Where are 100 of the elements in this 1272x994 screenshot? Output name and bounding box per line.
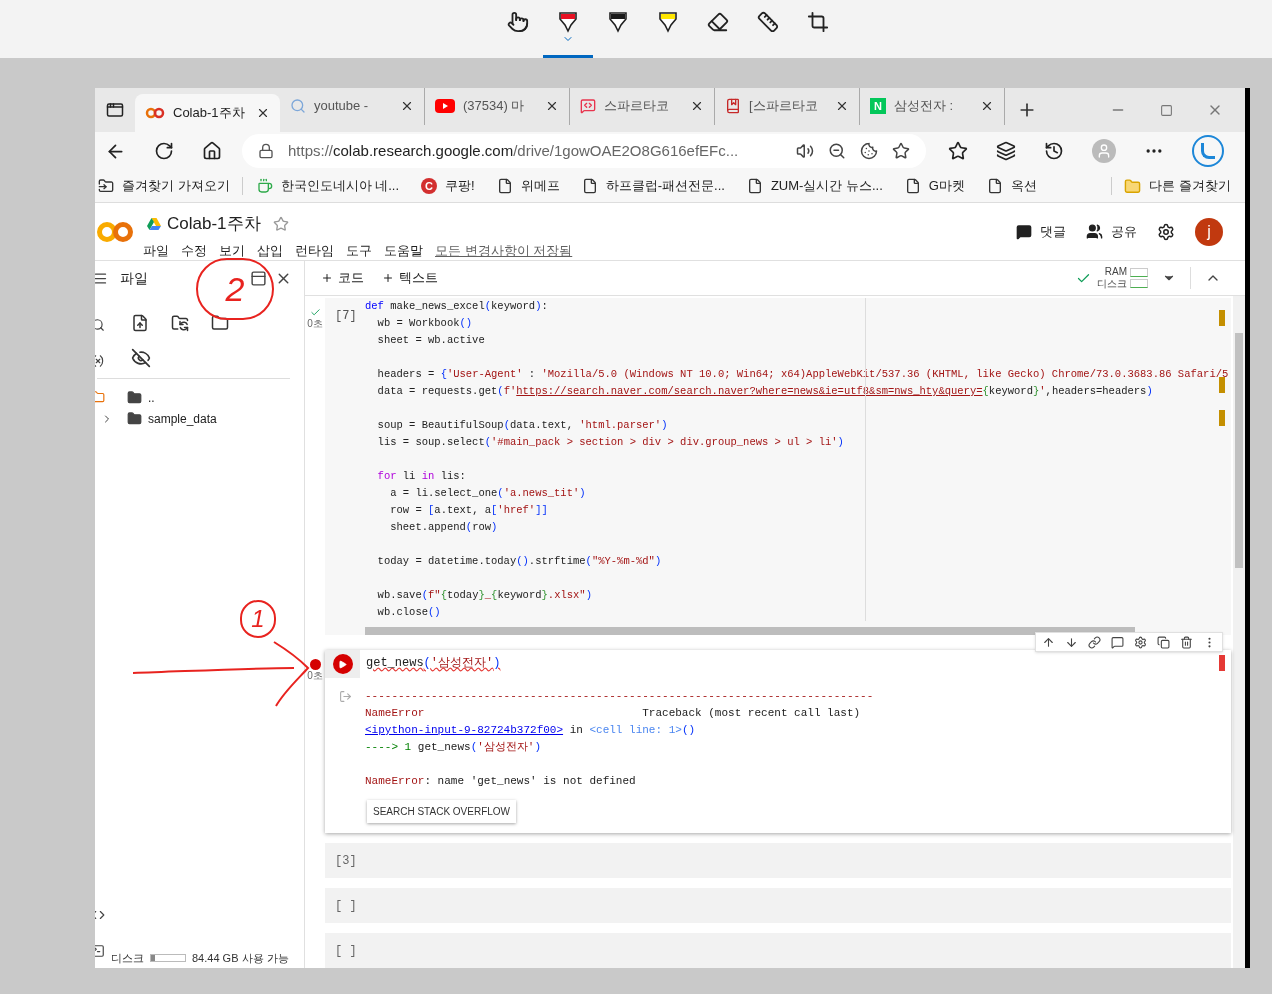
folder-icon[interactable] xyxy=(95,390,105,404)
plus-icon xyxy=(321,272,333,284)
favorites-icon[interactable] xyxy=(948,141,968,161)
empty-code-cell[interactable]: [ ] xyxy=(325,888,1231,923)
star-icon[interactable] xyxy=(892,142,910,160)
file-tree-item[interactable]: .. xyxy=(97,389,290,406)
menu-item[interactable]: 삽입 xyxy=(257,240,283,260)
vertical-scrollbar[interactable] xyxy=(1233,296,1245,968)
zoom-out-icon[interactable] xyxy=(828,142,846,160)
add-text-button[interactable]: 텍스트 xyxy=(382,268,438,288)
browser-tab[interactable]: N 삼성전자 : xyxy=(860,88,1005,125)
browser-tab[interactable]: youtube - xyxy=(280,88,425,125)
search-icon[interactable] xyxy=(95,318,105,332)
settings-icon[interactable] xyxy=(1157,222,1175,241)
code-line: today = datetime.today().strftime("%Y-%m-%d") xyxy=(376,554,662,569)
menu-item[interactable]: 수정 xyxy=(181,240,207,260)
close-icon[interactable] xyxy=(400,99,414,113)
close-icon[interactable] xyxy=(545,99,559,113)
horizontal-scrollbar[interactable] xyxy=(365,627,1135,635)
close-icon[interactable] xyxy=(835,99,849,113)
browser-tab[interactable]: (37534) 마 xyxy=(425,88,570,125)
file-tree-item[interactable]: sample_data xyxy=(97,410,290,427)
code-icon[interactable] xyxy=(95,908,105,922)
browser-tab[interactable]: [스파르타코 xyxy=(715,88,860,125)
empty-code-cell[interactable]: [ ] xyxy=(325,933,1231,968)
ram-meter xyxy=(1130,268,1148,277)
terminal-icon[interactable] xyxy=(95,944,105,958)
collections-icon[interactable] xyxy=(996,141,1016,161)
close-icon[interactable] xyxy=(256,106,270,120)
menu-item[interactable]: 런타임 xyxy=(295,240,334,260)
variable-icon[interactable] xyxy=(95,354,105,368)
drive-folder-icon[interactable] xyxy=(211,314,229,332)
avatar[interactable]: j xyxy=(1195,217,1223,246)
play-icon xyxy=(338,659,347,669)
share-button[interactable]: 공유 xyxy=(1086,221,1137,242)
tab-actions-icon[interactable] xyxy=(106,101,124,119)
menu-item[interactable]: 도구 xyxy=(346,240,372,260)
maximize-icon[interactable] xyxy=(1160,103,1173,117)
play-logo-icon xyxy=(435,99,455,113)
empty-code-cell[interactable]: [3] xyxy=(325,843,1231,878)
bookmark-folder[interactable]: 다른 즐겨찾기 xyxy=(1124,176,1245,196)
address-bar[interactable]: https://colab.research.google.com/drive/1gowOAE2O8G616efEFc... xyxy=(242,134,926,168)
bookmark-item[interactable]: 한국인도네시아 네... xyxy=(256,176,422,196)
notebook-title[interactable]: Colab-1주차 xyxy=(167,211,261,237)
browser-tab[interactable]: Colab-1주차 xyxy=(135,94,280,132)
chat-assistant-icon[interactable] xyxy=(1192,135,1224,167)
link-icon[interactable] xyxy=(1088,635,1101,649)
bookmark-item[interactable]: ZUM-실시간 뉴스... xyxy=(746,176,905,196)
bookmark-item[interactable]: 즐겨찾기 가져오기 xyxy=(98,176,252,196)
ram-label: RAM xyxy=(1104,266,1127,278)
cookie-icon[interactable] xyxy=(860,142,878,160)
window-icon[interactable] xyxy=(250,269,267,287)
code-cell[interactable] xyxy=(325,650,1231,833)
reload-icon[interactable] xyxy=(154,140,174,161)
tab-title: Colab-1주차 xyxy=(173,104,246,123)
bookmark-item[interactable]: 하프클럽-패션전문... xyxy=(581,176,747,196)
bookmark-item[interactable]: 옥션 xyxy=(986,176,1059,196)
handwritten-number: 2 xyxy=(196,258,274,320)
save-status-link[interactable]: 모든 변경사항이 저장됨 xyxy=(435,240,573,260)
comment-button[interactable]: 댓글 xyxy=(1016,221,1066,242)
bookmark-item[interactable]: G마켓 xyxy=(904,176,987,196)
menu-item[interactable]: 보기 xyxy=(219,240,245,260)
tab-title: youtube - xyxy=(314,97,370,116)
code-line: wb.save(f"{today}_{keyword}.xlsx") xyxy=(376,588,592,603)
search-stack-overflow-button[interactable]: SEARCH STACK OVERFLOW xyxy=(367,800,517,823)
copy-icon[interactable] xyxy=(1157,635,1170,649)
comment-icon[interactable] xyxy=(1111,635,1124,649)
code-line: headers = {'User-Agent' : 'Mozilla/5.0 (Windows NT 10.0; Win64; x64)AppleWebKit/537.36 (KHTML, like Gecko) Chrome/73.0.3683.86 Safari/5 xyxy=(376,367,1229,382)
colab-logo-icon xyxy=(97,221,133,243)
settings-icon[interactable] xyxy=(1134,635,1147,649)
add-code-button[interactable]: 코드 xyxy=(321,268,364,288)
arrow-up-icon[interactable] xyxy=(1042,635,1055,649)
read-aloud-icon[interactable] xyxy=(796,142,814,160)
history-icon[interactable] xyxy=(1044,141,1064,161)
bookmark-item[interactable]: C 쿠팡! xyxy=(421,176,497,196)
close-icon[interactable] xyxy=(980,99,994,113)
trash-icon[interactable] xyxy=(1180,635,1193,649)
run-button[interactable] xyxy=(332,654,353,674)
browser-tab[interactable]: 스파르타코 xyxy=(570,88,715,125)
run-time: 0초 xyxy=(307,670,323,682)
url-text: https://colab.research.google.com/drive/1gowOAE2O8G616efEFc... xyxy=(288,140,739,161)
code-cell[interactable] xyxy=(325,298,1231,635)
page-icon xyxy=(496,178,513,194)
menu-icon[interactable] xyxy=(95,270,108,286)
home-icon[interactable] xyxy=(202,140,222,161)
bookmark-item[interactable]: 위메프 xyxy=(496,176,582,196)
upload-icon[interactable] xyxy=(131,314,149,332)
book-icon xyxy=(725,98,741,114)
execution-count: [ ] xyxy=(335,942,357,960)
menu-item[interactable]: 파일 xyxy=(143,240,169,260)
warning-marker xyxy=(1219,310,1225,326)
comment-icon xyxy=(1016,223,1032,240)
eye-off-icon[interactable] xyxy=(131,348,151,368)
arrow-down-icon[interactable] xyxy=(1065,635,1078,649)
folder-refresh-icon[interactable] xyxy=(171,314,189,332)
close-icon[interactable] xyxy=(690,99,704,113)
letter-logo-icon: C xyxy=(421,178,438,194)
page-icon xyxy=(986,178,1003,194)
star-icon[interactable] xyxy=(272,215,289,232)
menu-item[interactable]: 도움말 xyxy=(384,240,423,260)
